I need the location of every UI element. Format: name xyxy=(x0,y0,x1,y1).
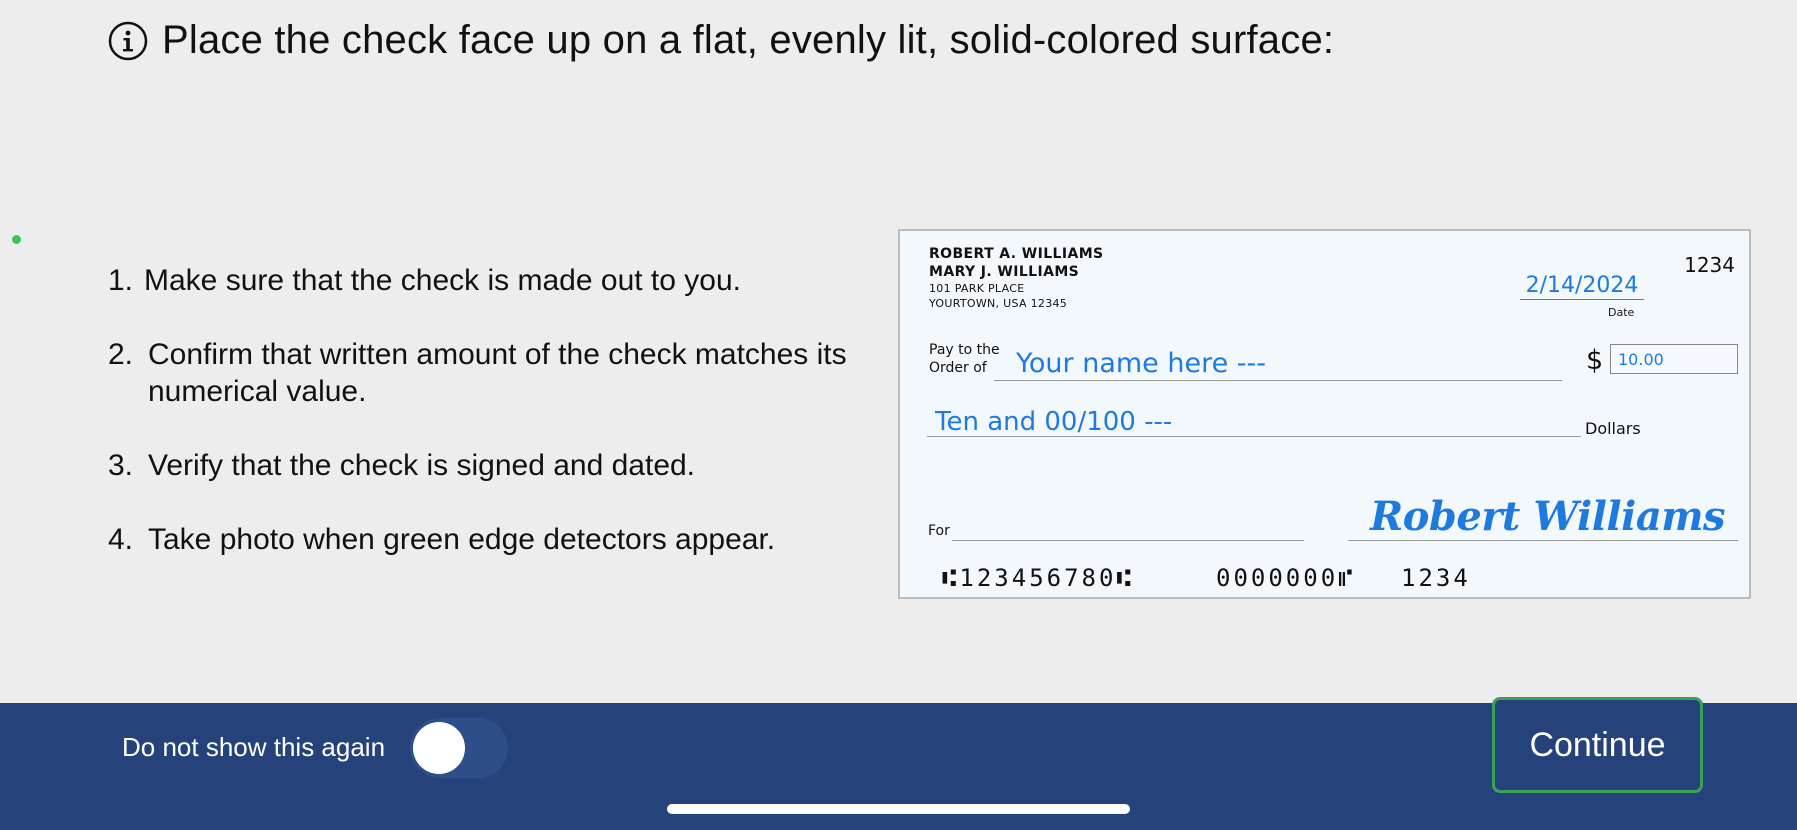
list-item: 2. Confirm that written amount of the ch… xyxy=(108,336,868,410)
sample-check-image: ROBERT A. WILLIAMS MARY J. WILLIAMS 101 … xyxy=(898,229,1751,599)
check-tips-screen: Place the check face up on a flat, evenl… xyxy=(0,0,1797,830)
memo-label: For xyxy=(928,523,950,539)
pay-to-label-line1: Pay to the xyxy=(929,342,1000,358)
memo-line xyxy=(952,540,1304,541)
check-owner-name: ROBERT A. WILLIAMS xyxy=(929,246,1104,262)
signature-line xyxy=(1348,540,1738,541)
micr-routing-number: ⑆123456780⑆ xyxy=(942,564,1134,592)
info-icon xyxy=(108,21,148,61)
step-number: 3. xyxy=(108,449,134,482)
list-item: 4. Take photo when green edge detectors … xyxy=(108,521,868,558)
continue-button[interactable]: Continue xyxy=(1492,697,1703,793)
check-date: 2/14/2024 xyxy=(1520,273,1644,300)
check-payee: Your name here --- xyxy=(1016,348,1267,379)
home-indicator[interactable] xyxy=(667,804,1130,814)
page-title: Place the check face up on a flat, evenl… xyxy=(162,18,1335,62)
payee-line xyxy=(994,380,1562,381)
check-address-line: 101 PARK PLACE xyxy=(929,282,1025,295)
check-signature: Robert Williams xyxy=(1370,493,1726,540)
step-number: 2. xyxy=(108,338,134,371)
micr-check-number: 1234 xyxy=(1401,564,1471,592)
step-text: Make sure that the check is made out to … xyxy=(144,264,741,297)
list-item: 3. Verify that the check is signed and d… xyxy=(108,447,868,484)
step-text: Take photo when green edge detectors app… xyxy=(148,523,776,556)
step-text: Verify that the check is signed and date… xyxy=(148,449,696,482)
step-number: 4. xyxy=(108,523,134,556)
written-amount-line xyxy=(927,436,1581,437)
pay-to-label: Pay to the Order of xyxy=(929,341,1000,377)
check-amount-box: 10.00 xyxy=(1610,344,1738,374)
check-number: 1234 xyxy=(1684,253,1735,277)
step-text: Confirm that written amount of the check… xyxy=(148,338,847,408)
instructions-list: 1. Make sure that the check is made out … xyxy=(108,262,868,595)
check-address-line-2: YOURTOWN, USA 12345 xyxy=(929,297,1068,310)
header: Place the check face up on a flat, evenl… xyxy=(108,18,1334,63)
micr-account-number: 0000000⑈ xyxy=(1216,564,1356,592)
bottom-bar: Do not show this again Continue xyxy=(0,697,1797,830)
status-dot xyxy=(12,235,21,244)
pay-to-label-line2: Order of xyxy=(929,360,987,376)
toggle-label: Do not show this again xyxy=(122,732,386,762)
dollar-sign: $ xyxy=(1586,345,1604,376)
check-date-label: Date xyxy=(1608,306,1635,319)
do-not-show-toggle[interactable] xyxy=(410,718,508,778)
check-owner-name-2: MARY J. WILLIAMS xyxy=(929,264,1080,280)
step-number: 1. xyxy=(108,264,134,297)
check-written-amount: Ten and 00/100 --- xyxy=(935,407,1173,437)
toggle-knob xyxy=(413,722,465,774)
dollars-label: Dollars xyxy=(1585,419,1641,438)
list-item: 1. Make sure that the check is made out … xyxy=(108,262,868,299)
